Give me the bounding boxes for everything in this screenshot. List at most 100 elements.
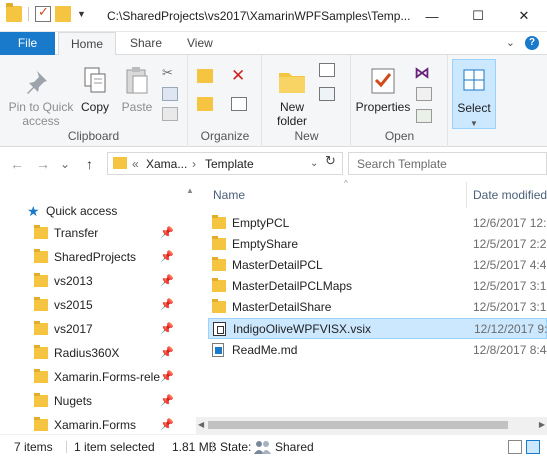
file-date: 12/5/2017 3:18 xyxy=(473,300,547,314)
properties-label: Properties xyxy=(355,100,411,114)
new-folder-icon xyxy=(276,65,308,97)
nav-item-label: Xamarin.Forms-rele xyxy=(54,370,161,384)
column-name[interactable]: Name xyxy=(213,188,245,202)
nav-item-transfer[interactable]: Transfer 📌 xyxy=(0,222,196,246)
ribbon: Pin to Quick access Copy Paste ✂ Clipboa… xyxy=(0,55,547,147)
tab-view[interactable]: View xyxy=(175,32,225,55)
scrollbar-thumb[interactable] xyxy=(208,421,508,429)
file-row-masterdetailshare[interactable]: MasterDetailShare 12/5/2017 3:18 xyxy=(208,297,547,318)
paste-shortcut-icon[interactable] xyxy=(162,107,178,121)
nav-item-xamarin-forms[interactable]: Xamarin.Forms 📌 xyxy=(0,414,196,434)
horizontal-scrollbar[interactable]: ◀ ▶ xyxy=(196,417,547,434)
file-name: MasterDetailPCL xyxy=(232,258,323,272)
nav-item-label: Radius360X xyxy=(54,346,120,360)
separator xyxy=(212,441,213,453)
nav-quick-access[interactable]: ★ Quick access xyxy=(0,200,196,224)
edit-icon[interactable] xyxy=(416,87,432,101)
easy-access-icon[interactable] xyxy=(319,87,335,101)
tab-home[interactable]: Home xyxy=(58,32,117,56)
address-dropdown-icon[interactable]: ⌄ xyxy=(310,158,318,169)
new-folder-button[interactable]: New folder xyxy=(269,65,315,128)
delete-icon[interactable]: ✕ xyxy=(231,66,247,85)
state-label: State: xyxy=(220,440,252,454)
copy-icon xyxy=(79,65,111,97)
file-date: 12/8/2017 8:44 xyxy=(473,343,547,357)
help-icon[interactable]: ? xyxy=(525,36,539,50)
up-button[interactable]: ↑ xyxy=(86,156,93,172)
maximize-button[interactable]: ☐ xyxy=(455,0,501,32)
recent-locations-button[interactable]: ⌄ xyxy=(60,157,70,171)
select-button[interactable]: Select ▼ xyxy=(452,59,496,129)
shared-users-icon xyxy=(252,439,272,455)
nav-item-vs2013[interactable]: vs2013 📌 xyxy=(0,270,196,294)
move-to-icon[interactable] xyxy=(197,69,213,83)
column-date-modified[interactable]: Date modified xyxy=(473,188,547,202)
new-item-icon[interactable] xyxy=(319,63,335,77)
folder-icon xyxy=(34,249,48,263)
pin-icon: 📌 xyxy=(160,347,174,359)
nav-item-xamarin-forms-rele[interactable]: Xamarin.Forms-rele 📌 xyxy=(0,366,196,390)
scroll-left-icon[interactable]: ◀ xyxy=(198,420,204,429)
nav-item-vs2017[interactable]: vs2017 📌 xyxy=(0,318,196,342)
large-icons-view-icon[interactable] xyxy=(526,440,540,454)
nav-item-nugets[interactable]: Nugets 📌 xyxy=(0,390,196,414)
open-group: Properties ⋈ Open xyxy=(352,55,448,147)
column-divider[interactable] xyxy=(466,182,467,208)
breadcrumb-template[interactable]: Template xyxy=(205,157,254,171)
file-row-masterdetailpclmaps[interactable]: MasterDetailPCLMaps 12/5/2017 3:18 xyxy=(208,276,547,297)
copy-to-icon[interactable] xyxy=(197,97,213,111)
rename-icon[interactable] xyxy=(231,97,247,111)
copy-path-icon[interactable] xyxy=(162,87,178,101)
address-bar[interactable]: « Xama... › Template ⌄ xyxy=(107,152,343,175)
ribbon-tabs: File Home Share View ⌄ ? xyxy=(0,32,547,56)
sort-up-icon: ^ xyxy=(344,180,348,188)
close-button[interactable]: ✕ xyxy=(501,0,547,32)
organize-group: ✕ Organize xyxy=(189,55,262,147)
pin-to-quick-access-button[interactable]: Pin to Quick access xyxy=(6,65,76,128)
minimize-button[interactable]: — xyxy=(409,0,455,32)
file-row-readme-md[interactable]: ReadMe.md 12/8/2017 8:44 xyxy=(208,340,547,361)
file-row-indigoolive-vsix[interactable]: IndigoOliveWPFVISX.vsix 12/12/2017 9:3 xyxy=(208,318,547,339)
file-row-emptypcl[interactable]: EmptyPCL 12/6/2017 12:3 xyxy=(208,213,547,234)
folder-icon xyxy=(34,321,48,335)
back-button[interactable]: ← xyxy=(10,156,24,172)
pin-icon: 📌 xyxy=(160,299,174,311)
breadcrumb-xamarin[interactable]: Xama... xyxy=(146,157,187,171)
title-bar: ▼ C:\SharedProjects\vs2017\XamarinWPFSam… xyxy=(0,0,547,32)
file-name: MasterDetailPCLMaps xyxy=(232,279,353,293)
scroll-right-icon[interactable]: ▶ xyxy=(539,420,545,429)
selection-count: 1 item selected xyxy=(74,440,155,454)
item-count: 7 items xyxy=(14,440,53,454)
cut-icon[interactable]: ✂ xyxy=(162,65,178,80)
properties-button[interactable]: Properties xyxy=(354,65,412,114)
customize-toolbar-icon[interactable]: ▼ xyxy=(77,9,86,19)
details-view-icon[interactable] xyxy=(508,440,522,454)
forward-button[interactable]: → xyxy=(36,156,50,172)
breadcrumb-overflow[interactable]: « xyxy=(132,157,139,171)
visual-studio-icon[interactable]: ⋈ xyxy=(414,63,430,82)
tab-file[interactable]: File xyxy=(0,32,55,55)
nav-quick-access-label: Quick access xyxy=(46,204,118,218)
new-group: New folder New xyxy=(263,55,351,147)
history-icon[interactable] xyxy=(416,109,432,123)
refresh-button[interactable]: ↻ xyxy=(325,153,336,169)
nav-item-vs2015[interactable]: vs2015 📌 xyxy=(0,294,196,318)
nav-item-sharedprojects[interactable]: SharedProjects 📌 xyxy=(0,246,196,270)
copy-button[interactable]: Copy xyxy=(76,65,114,114)
scroll-up-icon[interactable]: ▲ xyxy=(186,186,194,195)
breadcrumb-separator[interactable]: › xyxy=(192,157,196,171)
paste-button[interactable]: Paste xyxy=(117,65,157,114)
chevron-down-icon[interactable]: ⌄ xyxy=(506,36,515,50)
new-group-label: New xyxy=(294,129,319,143)
nav-item-radius360x[interactable]: Radius360X 📌 xyxy=(0,342,196,366)
search-placeholder: Search Template xyxy=(357,157,447,171)
file-row-emptyshare[interactable]: EmptyShare 12/5/2017 2:27 xyxy=(208,234,547,255)
folder-icon xyxy=(212,257,226,271)
properties-icon[interactable] xyxy=(35,4,51,22)
file-row-masterdetailpcl[interactable]: MasterDetailPCL 12/5/2017 4:46 xyxy=(208,255,547,276)
search-input[interactable]: Search Template xyxy=(348,152,547,175)
tab-share[interactable]: Share xyxy=(118,32,174,55)
pin-icon: 📌 xyxy=(160,395,174,407)
nav-item-label: vs2015 xyxy=(54,298,93,312)
new-folder-icon[interactable] xyxy=(55,6,71,22)
